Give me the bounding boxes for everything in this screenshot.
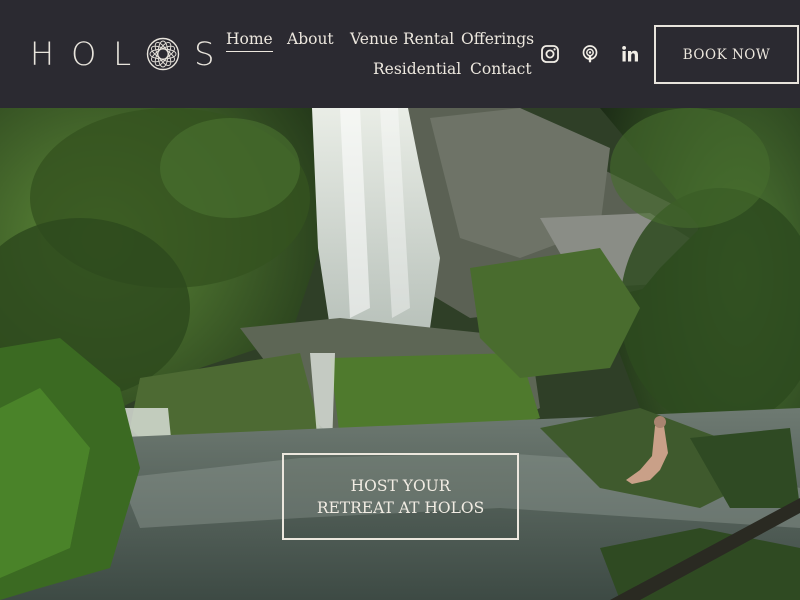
nav-contact[interactable]: Contact — [470, 59, 532, 79]
nav-venue-rental[interactable]: Venue Rental — [350, 29, 454, 49]
mandala-logo-icon — [146, 37, 180, 71]
logo-text-left: HOL — [30, 35, 149, 73]
nav-offerings[interactable]: Offerings — [461, 29, 534, 49]
nav-home[interactable]: Home — [226, 29, 273, 52]
host-retreat-button[interactable]: HOST YOUR RETREAT AT HOLOS — [282, 453, 519, 540]
instagram-icon[interactable] — [540, 44, 560, 64]
holos-logo[interactable]: HOL S — [30, 36, 214, 72]
book-now-button[interactable]: BOOK NOW — [654, 25, 799, 84]
nav-residential[interactable]: Residential — [373, 59, 461, 79]
cta-line-1: HOST YOUR — [350, 476, 451, 495]
nav-about[interactable]: About — [287, 29, 334, 49]
site-header: HOL S Home About Venue Rental Offerings … — [0, 0, 800, 108]
linkedin-icon[interactable] — [620, 44, 640, 64]
podcast-icon[interactable] — [580, 44, 600, 64]
cta-text: HOST YOUR RETREAT AT HOLOS — [317, 475, 484, 519]
logo-text-right: S — [194, 35, 215, 73]
cta-line-2: RETREAT AT HOLOS — [316, 498, 485, 517]
hero-section: HOST YOUR RETREAT AT HOLOS — [0, 108, 800, 600]
